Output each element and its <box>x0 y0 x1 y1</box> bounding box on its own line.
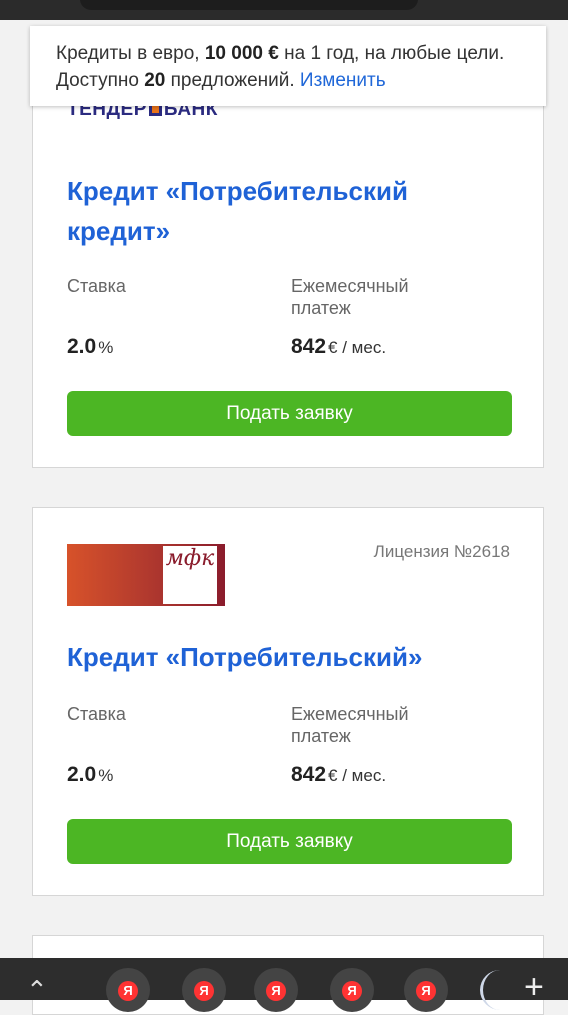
browser-bottom-bar: ⌃ Я Я Я Я Я + <box>0 958 568 1012</box>
payment-value: 842 € / мес. <box>291 335 386 359</box>
bank-logo-mfk: мфк <box>67 544 225 606</box>
summary-line-1: Кредиты в евро, 10 000 € на 1 год, на лю… <box>56 40 546 67</box>
summary-text: на 1 год, на любые цели. <box>278 43 505 64</box>
summary-text: Доступно <box>56 70 145 91</box>
browser-tab[interactable]: Я <box>404 968 448 1012</box>
browser-tab[interactable]: Я <box>254 968 298 1012</box>
payment-unit: € / мес. <box>328 766 387 785</box>
rate-value: 2.0% <box>67 763 113 787</box>
payment-value: 842 € / мес. <box>291 763 386 787</box>
payment-label-line: Ежемесячный <box>291 704 409 724</box>
rate-label: Ставка <box>67 276 126 296</box>
summary-count: 20 <box>144 70 166 91</box>
rate-unit: % <box>98 766 114 785</box>
yandex-icon: Я <box>416 981 436 1001</box>
offer-title-line: Кредит «Потребительский <box>67 176 408 206</box>
summary-amount: 10 000 € <box>204 43 279 64</box>
rate-label: Ставка <box>67 704 126 724</box>
rate-number: 2.0 <box>67 335 97 358</box>
tabs-switcher-icon[interactable] <box>480 970 520 1010</box>
payment-label: Ежемесячный платеж <box>291 703 409 747</box>
payment-label-line: Ежемесячный <box>291 276 409 296</box>
offer-title[interactable]: Кредит «Потребительский кредит» <box>67 171 507 251</box>
summary-line-2: Доступно 20 предложений. Изменить <box>56 67 546 94</box>
rate-unit: % <box>98 338 114 357</box>
browser-tab[interactable]: Я <box>330 968 374 1012</box>
address-pill[interactable] <box>80 0 418 10</box>
yandex-icon: Я <box>342 981 362 1001</box>
rate-value: 2.0% <box>67 335 113 359</box>
rate-number: 2.0 <box>67 763 97 786</box>
payment-number: 842 <box>291 335 327 358</box>
offer-title-line: кредит» <box>67 216 171 246</box>
payment-unit: € / мес. <box>328 338 387 357</box>
payment-number: 842 <box>291 763 327 786</box>
payment-label-line: платеж <box>291 726 351 746</box>
offer-title[interactable]: Кредит «Потребительский» <box>67 637 507 677</box>
status-strip <box>0 0 568 20</box>
browser-tab[interactable]: Я <box>182 968 226 1012</box>
change-link[interactable]: Изменить <box>300 70 386 91</box>
payment-label-line: платеж <box>291 298 351 318</box>
summary-text: предложений. <box>165 70 300 91</box>
bank-logo-mark: мфк <box>163 546 217 604</box>
yandex-icon: Я <box>266 981 286 1001</box>
payment-label: Ежемесячный платеж <box>291 275 409 319</box>
browser-tab[interactable]: Я <box>106 968 150 1012</box>
summary-text: Кредиты в евро, <box>56 43 205 64</box>
search-summary: Кредиты в евро, 10 000 € на 1 год, на лю… <box>30 26 546 106</box>
chevron-up-icon[interactable]: ⌃ <box>26 977 48 1003</box>
new-tab-plus-icon[interactable]: + <box>524 970 544 1004</box>
yandex-icon: Я <box>118 981 138 1001</box>
license-text: Лицензия №2618 <box>373 542 510 561</box>
offer-card-2: мфк Лицензия №2618 Кредит «Потребительск… <box>32 507 544 896</box>
apply-button[interactable]: Подать заявку <box>67 819 512 864</box>
apply-button[interactable]: Подать заявку <box>67 391 512 436</box>
yandex-icon: Я <box>194 981 214 1001</box>
